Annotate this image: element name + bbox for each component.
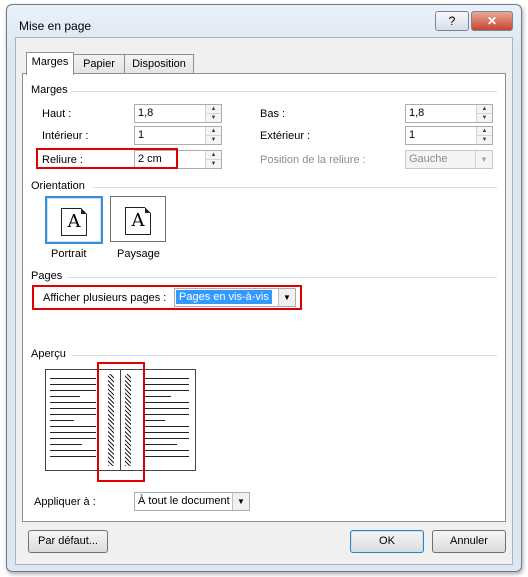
landscape-page-icon: A <box>125 207 151 235</box>
outside-margin-value: 1 <box>409 129 416 141</box>
up-arrow-icon[interactable]: ▲ <box>206 151 221 159</box>
portrait-page-icon: A <box>61 208 87 236</box>
text-line <box>143 420 165 421</box>
outside-margin-label: Extérieur : <box>260 130 311 142</box>
down-arrow-icon[interactable]: ▼ <box>477 135 492 144</box>
outside-margin-spinner[interactable]: 1 ▲ ▼ <box>405 126 493 145</box>
text-line <box>50 414 96 415</box>
text-line <box>143 426 189 427</box>
apply-to-label: Appliquer à : <box>34 496 96 508</box>
dropdown-arrow-icon[interactable]: ▼ <box>475 151 492 168</box>
text-line <box>143 444 177 445</box>
margins-panel: Marges Haut : 1,8 ▲ ▼ Bas : 1,8 ▲ ▼ Intéri… <box>22 73 506 522</box>
portrait-option[interactable]: A <box>45 196 103 244</box>
multiple-pages-highlight-box <box>32 285 302 310</box>
up-arrow-icon[interactable]: ▲ <box>206 127 221 135</box>
preview-section-title: Aperçu <box>31 348 66 360</box>
bottom-margin-value: 1,8 <box>409 107 425 119</box>
bottom-margin-spinner[interactable]: 1,8 ▲ ▼ <box>405 104 493 123</box>
top-margin-spinner[interactable]: 1,8 ▲ ▼ <box>134 104 222 123</box>
top-margin-label: Haut : <box>42 108 72 120</box>
inside-margin-label: Intérieur : <box>42 130 89 142</box>
portrait-label: Portrait <box>51 248 87 260</box>
top-margin-value: 1,8 <box>138 107 154 119</box>
text-line <box>50 390 96 391</box>
spinner-arrows[interactable]: ▲ ▼ <box>205 105 221 122</box>
text-line <box>50 444 82 445</box>
text-line <box>143 456 189 457</box>
text-line <box>50 426 96 427</box>
gutter-position-value: Gauche <box>409 153 448 165</box>
divider <box>93 187 497 188</box>
text-line <box>50 438 96 439</box>
pages-section-title: Pages <box>31 270 63 282</box>
tab-paper[interactable]: Papier <box>73 54 125 74</box>
text-line <box>143 414 189 415</box>
tab-margins[interactable]: Marges <box>26 52 74 75</box>
orientation-section-title: Orientation <box>31 180 85 192</box>
down-arrow-icon[interactable]: ▼ <box>477 113 492 122</box>
up-arrow-icon[interactable]: ▲ <box>477 127 492 135</box>
text-line <box>143 378 189 379</box>
cancel-button[interactable]: Annuler <box>432 530 506 553</box>
text-line <box>50 396 80 397</box>
gutter-position-select[interactable]: Gauche ▼ <box>405 150 493 169</box>
tab-layout[interactable]: Disposition <box>124 54 194 74</box>
down-arrow-icon[interactable]: ▼ <box>206 113 221 122</box>
text-line <box>50 450 96 451</box>
up-arrow-icon[interactable]: ▲ <box>477 105 492 113</box>
inside-margin-spinner[interactable]: 1 ▲ ▼ <box>134 126 222 145</box>
text-line <box>143 450 189 451</box>
text-line <box>50 408 96 409</box>
ok-button[interactable]: OK <box>350 530 424 553</box>
gutter-position-label: Position de la reliure : <box>260 154 366 166</box>
divider <box>71 355 497 356</box>
text-line <box>50 456 96 457</box>
text-line <box>50 432 96 433</box>
dialog-title: Mise en page <box>19 19 92 33</box>
down-arrow-icon[interactable]: ▼ <box>206 159 221 168</box>
text-line <box>50 402 96 403</box>
landscape-option[interactable]: A <box>110 196 166 242</box>
text-line <box>143 402 189 403</box>
divider <box>71 91 497 92</box>
page-setup-dialog: Mise en page ? ✕ Marges Papier Dispositi… <box>6 4 522 572</box>
text-line <box>143 396 171 397</box>
apply-to-value: À tout le document <box>138 495 230 507</box>
divider <box>67 277 497 278</box>
spinner-arrows[interactable]: ▲ ▼ <box>476 127 492 144</box>
help-button[interactable]: ? <box>435 11 469 31</box>
spinner-arrows[interactable]: ▲ ▼ <box>476 105 492 122</box>
text-line <box>143 408 189 409</box>
set-default-button[interactable]: Par défaut... <box>28 530 108 553</box>
down-arrow-icon[interactable]: ▼ <box>206 135 221 144</box>
text-line <box>143 384 189 385</box>
text-line <box>143 390 189 391</box>
title-bar: Mise en page ? ✕ <box>7 5 521 37</box>
dialog-body: Marges Papier Disposition Marges Haut : … <box>15 37 513 565</box>
text-line <box>50 378 96 379</box>
text-line <box>143 432 189 433</box>
apply-to-select[interactable]: À tout le document ▼ <box>134 492 250 511</box>
landscape-label: Paysage <box>117 248 160 260</box>
text-line <box>143 438 189 439</box>
up-arrow-icon[interactable]: ▲ <box>206 105 221 113</box>
bottom-margin-label: Bas : <box>260 108 286 120</box>
close-button[interactable]: ✕ <box>471 11 513 31</box>
spinner-arrows[interactable]: ▲ ▼ <box>205 151 221 168</box>
inside-margin-value: 1 <box>138 129 145 141</box>
dropdown-arrow-icon[interactable]: ▼ <box>232 493 249 510</box>
gutter-preview-highlight-box <box>97 362 145 482</box>
margins-section-title: Marges <box>31 84 68 96</box>
text-line <box>50 420 74 421</box>
text-line <box>50 384 96 385</box>
spinner-arrows[interactable]: ▲ ▼ <box>205 127 221 144</box>
gutter-highlight-box <box>36 148 178 169</box>
